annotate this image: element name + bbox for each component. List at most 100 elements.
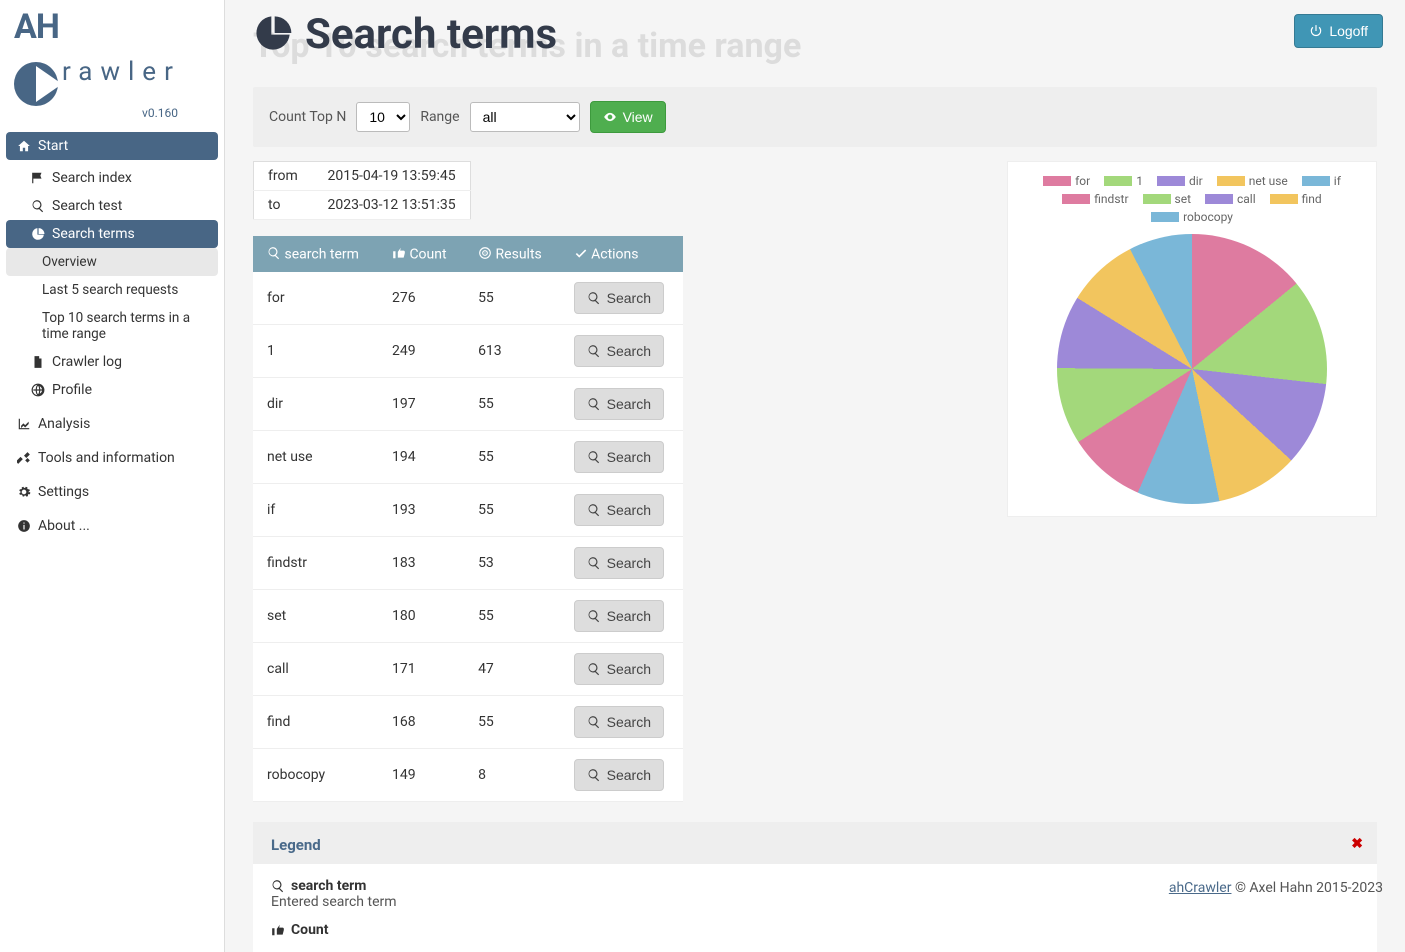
col-actions: Actions (560, 236, 683, 272)
cell-results: 55 (464, 696, 560, 749)
cell-count: 197 (378, 378, 464, 431)
legend-item: set (1143, 192, 1191, 206)
search-terms-table: search term Count Results Actions for276… (253, 236, 683, 802)
legend-item: call (1205, 192, 1256, 206)
cell-results: 47 (464, 643, 560, 696)
row-search-button[interactable]: Search (574, 759, 664, 791)
cell-term: find (253, 696, 378, 749)
pacman-icon (14, 62, 58, 106)
tools-icon (16, 450, 32, 466)
table-row: dir19755 Search (253, 378, 683, 431)
cell-results: 613 (464, 325, 560, 378)
table-row: for27655 Search (253, 272, 683, 325)
row-search-button[interactable]: Search (574, 441, 664, 473)
legend-item-desc: Entered search term (271, 894, 1359, 910)
cell-term: robocopy (253, 749, 378, 802)
target-icon (478, 246, 492, 260)
nav-overview[interactable]: Overview (6, 248, 218, 276)
nav-about[interactable]: About ... (6, 512, 218, 540)
cell-count: 276 (378, 272, 464, 325)
home-icon (16, 138, 32, 154)
cell-action: Search (560, 643, 683, 696)
nav-search-terms[interactable]: Search terms (6, 220, 218, 248)
info-icon (16, 518, 32, 534)
version-label: v0.160 (14, 106, 210, 120)
to-value: 2023-03-12 13:51:35 (314, 191, 471, 220)
search-icon (587, 662, 601, 676)
cell-results: 55 (464, 272, 560, 325)
count-topn-select[interactable]: 10 (356, 102, 410, 132)
table-row: 1249613 Search (253, 325, 683, 378)
legend-close-button[interactable]: ✖ (1351, 836, 1363, 852)
table-row: findstr18353 Search (253, 537, 683, 590)
cell-term: call (253, 643, 378, 696)
search-icon (587, 344, 601, 358)
cell-action: Search (560, 696, 683, 749)
row-search-button[interactable]: Search (574, 282, 664, 314)
legend-item: findstr (1062, 192, 1128, 206)
footer: ahCrawler © Axel Hahn 2015-2023 (1169, 880, 1383, 896)
cell-count: 180 (378, 590, 464, 643)
cell-action: Search (560, 484, 683, 537)
cell-action: Search (560, 325, 683, 378)
cell-results: 55 (464, 378, 560, 431)
nav-analysis[interactable]: Analysis (6, 410, 218, 438)
row-search-button[interactable]: Search (574, 494, 664, 526)
filter-bar: Count Top N 10 Range all View (253, 87, 1377, 147)
footer-link[interactable]: ahCrawler (1169, 880, 1232, 896)
legend-item: net use (1217, 174, 1288, 188)
nav-start[interactable]: Start (6, 132, 218, 160)
nav-top10[interactable]: Top 10 search terms in a time range (6, 304, 218, 348)
logo-suffix: rawler (62, 57, 181, 87)
globe-icon (30, 382, 46, 398)
row-search-button[interactable]: Search (574, 388, 664, 420)
nav-search-test[interactable]: Search test (6, 192, 218, 220)
legend-item-title: Count (271, 922, 1359, 938)
cell-count: 149 (378, 749, 464, 802)
logo-prefix: AH (14, 7, 59, 47)
search-icon (30, 198, 46, 214)
view-button[interactable]: View (590, 101, 666, 133)
main: Logoff Top 10 search terms in a time ran… (225, 0, 1405, 952)
file-icon (30, 354, 46, 370)
search-icon (587, 503, 601, 517)
nav-settings[interactable]: Settings (6, 478, 218, 506)
legend-item: find (1270, 192, 1322, 206)
range-select[interactable]: all (470, 102, 580, 132)
nav-tools[interactable]: Tools and information (6, 444, 218, 472)
thumb-icon (271, 923, 285, 937)
chart-icon (16, 416, 32, 432)
thumb-icon (392, 246, 406, 260)
nav-last5[interactable]: Last 5 search requests (6, 276, 218, 304)
nav: Start Search index Search test Search te… (6, 132, 218, 540)
date-range-table: from2015-04-19 13:59:45 to2023-03-12 13:… (253, 161, 471, 220)
pie-chart-box: for1dirnet useiffindstrsetcallfindroboco… (1007, 161, 1377, 517)
cell-action: Search (560, 272, 683, 325)
cell-term: for (253, 272, 378, 325)
row-search-button[interactable]: Search (574, 335, 664, 367)
table-row: robocopy1498 Search (253, 749, 683, 802)
nav-search-index[interactable]: Search index (6, 164, 218, 192)
row-search-button[interactable]: Search (574, 600, 664, 632)
flag-icon (30, 170, 46, 186)
row-search-button[interactable]: Search (574, 706, 664, 738)
cell-action: Search (560, 537, 683, 590)
piechart-icon (253, 10, 293, 59)
cell-action: Search (560, 378, 683, 431)
row-search-button[interactable]: Search (574, 653, 664, 685)
nav-profile[interactable]: Profile (6, 376, 218, 404)
piechart-icon (30, 226, 46, 242)
table-row: find16855 Search (253, 696, 683, 749)
search-icon (587, 291, 601, 305)
cell-count: 193 (378, 484, 464, 537)
table-row: to2023-03-12 13:51:35 (254, 191, 471, 220)
search-icon (587, 768, 601, 782)
row-search-button[interactable]: Search (574, 547, 664, 579)
nav-crawler-log[interactable]: Crawler log (6, 348, 218, 376)
col-term: search term (253, 236, 378, 272)
search-icon (587, 609, 601, 623)
page-title: Search terms (253, 10, 1377, 59)
from-label: from (254, 162, 314, 191)
search-icon (271, 879, 285, 893)
cell-results: 8 (464, 749, 560, 802)
